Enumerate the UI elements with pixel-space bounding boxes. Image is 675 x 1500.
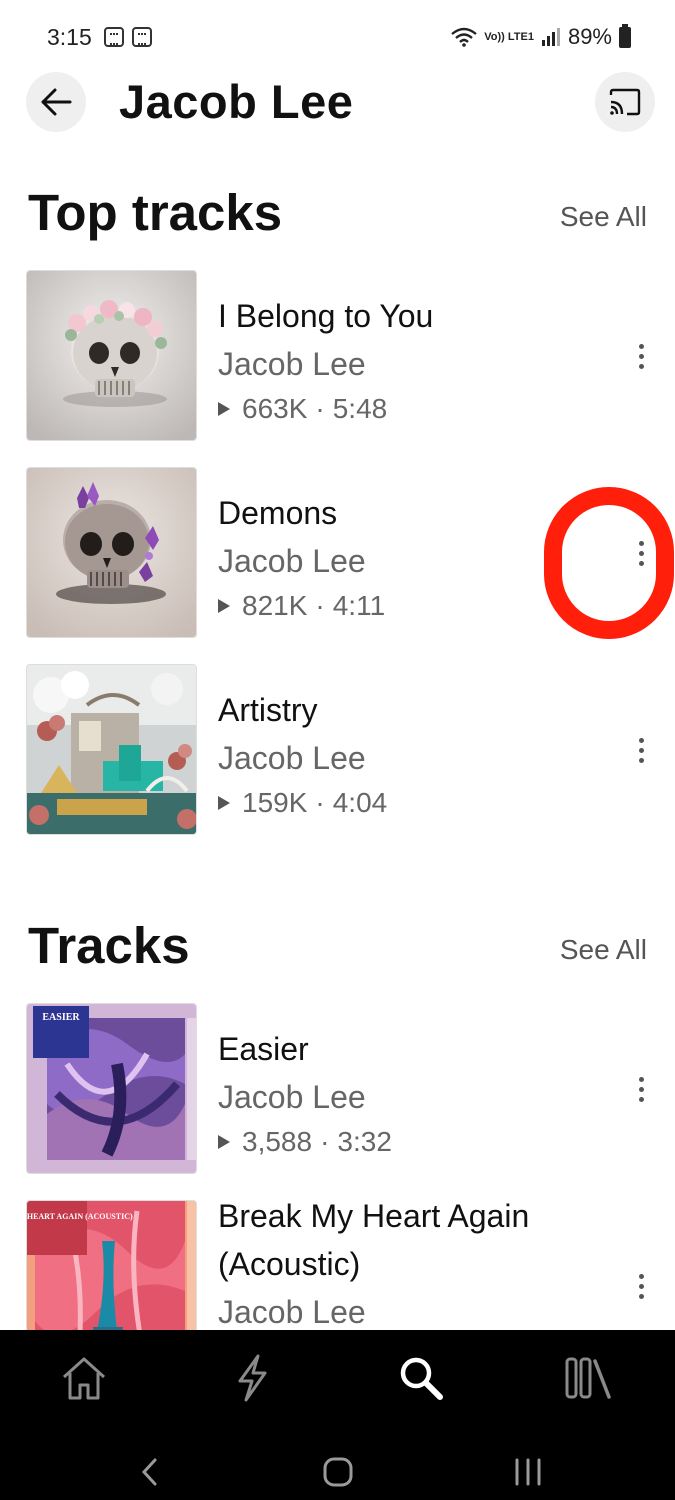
top-tracks-header: Top tracks See All bbox=[0, 183, 675, 243]
track-artwork bbox=[26, 270, 197, 441]
more-vert-dot bbox=[638, 363, 644, 369]
play-count-icon bbox=[218, 1135, 230, 1149]
nav-search-button[interactable] bbox=[391, 1348, 451, 1408]
more-vert-dot bbox=[638, 353, 644, 359]
system-home-icon bbox=[323, 1457, 353, 1487]
wifi-icon bbox=[451, 27, 478, 47]
more-vert-dot bbox=[638, 1293, 644, 1299]
app-notification-icon bbox=[104, 27, 124, 47]
battery-icon bbox=[619, 23, 631, 48]
more-options-button[interactable] bbox=[629, 1266, 653, 1306]
library-icon bbox=[565, 1357, 611, 1399]
track-meta: 3,588 · 3:32 bbox=[218, 1121, 618, 1163]
task-notification-icon bbox=[132, 27, 152, 47]
system-recents-button[interactable] bbox=[498, 1448, 558, 1496]
track-artist: Jacob Lee bbox=[218, 1294, 366, 1330]
track-artwork bbox=[26, 664, 197, 835]
more-vert-dot bbox=[638, 747, 644, 753]
more-options-button[interactable] bbox=[629, 336, 653, 376]
track-title: I Belong to You bbox=[218, 298, 434, 334]
status-time: 3:15 bbox=[47, 24, 92, 50]
more-options-button[interactable] bbox=[629, 730, 653, 770]
top-tracks-see-all-link[interactable]: See All bbox=[560, 201, 647, 233]
track-meta: 663K · 5:48 bbox=[218, 388, 618, 430]
nav-home-button[interactable] bbox=[54, 1348, 114, 1408]
back-button[interactable] bbox=[26, 72, 86, 132]
more-vert-dot bbox=[638, 757, 644, 763]
back-arrow-icon bbox=[41, 88, 72, 116]
more-vert-icon bbox=[638, 1273, 644, 1279]
play-count-icon bbox=[218, 796, 230, 810]
bottom-nav bbox=[0, 1330, 675, 1500]
search-icon bbox=[400, 1357, 443, 1400]
track-duration: 4:04 bbox=[332, 787, 388, 818]
track-row[interactable]: EASIER Easier Jacob Lee 3,588 · 3:32 bbox=[0, 1003, 675, 1175]
track-info: Break My Heart Again (Acoustic) Jacob Le… bbox=[218, 1192, 618, 1336]
section-title-top-tracks: Top tracks bbox=[28, 184, 283, 241]
nav-library-button[interactable] bbox=[559, 1348, 619, 1408]
notification-icons bbox=[104, 27, 152, 47]
play-count: 159K bbox=[242, 787, 308, 818]
more-vert-icon bbox=[638, 737, 644, 743]
track-artist: Jacob Lee bbox=[218, 740, 366, 776]
play-count-icon bbox=[218, 599, 230, 613]
track-title: Break My Heart Again (Acoustic) bbox=[218, 1198, 530, 1282]
meta-separator: · bbox=[315, 590, 325, 621]
play-count: 663K bbox=[242, 393, 308, 424]
more-vert-icon bbox=[638, 343, 644, 349]
skull-crystals-artwork bbox=[27, 468, 196, 637]
status-right: Vo)) LTE1 89% bbox=[451, 23, 631, 50]
track-meta: 159K · 4:04 bbox=[218, 782, 618, 824]
track-info: Artistry Jacob Lee 159K · 4:04 bbox=[218, 686, 618, 824]
section-title-tracks: Tracks bbox=[28, 917, 190, 974]
annotation-ring bbox=[544, 487, 674, 639]
track-info: I Belong to You Jacob Lee 663K · 5:48 bbox=[218, 292, 618, 430]
skull-flowers-artwork bbox=[27, 271, 196, 440]
artist-header: Jacob Lee bbox=[0, 70, 675, 134]
more-vert-icon bbox=[638, 1076, 644, 1082]
track-duration: 5:48 bbox=[332, 393, 388, 424]
bolt-icon bbox=[238, 1354, 267, 1402]
page-title: Jacob Lee bbox=[119, 75, 354, 128]
system-back-button[interactable] bbox=[120, 1448, 180, 1496]
track-artist: Jacob Lee bbox=[218, 1079, 366, 1115]
home-icon bbox=[62, 1357, 106, 1400]
cast-button[interactable] bbox=[595, 72, 655, 132]
landscape-collage-artwork bbox=[27, 665, 196, 834]
nav-feed-button[interactable] bbox=[222, 1348, 282, 1408]
system-home-button[interactable] bbox=[308, 1448, 368, 1496]
meta-separator: · bbox=[315, 393, 325, 424]
meta-separator: · bbox=[320, 1126, 330, 1157]
more-vert-dot bbox=[638, 1096, 644, 1102]
tracks-header: Tracks See All bbox=[0, 916, 675, 976]
battery-percent: 89% bbox=[567, 24, 612, 49]
track-artwork: EASIER bbox=[26, 1003, 197, 1174]
signal-icon bbox=[541, 28, 560, 46]
track-info: Easier Jacob Lee 3,588 · 3:32 bbox=[218, 1025, 618, 1163]
easier-artwork: EASIER bbox=[27, 1004, 196, 1173]
volte-indicator: Vo)) LTE1 bbox=[484, 31, 534, 43]
track-artwork bbox=[26, 467, 197, 638]
track-artist: Jacob Lee bbox=[218, 346, 366, 382]
track-title: Easier bbox=[218, 1031, 309, 1067]
system-recents-icon bbox=[515, 1458, 541, 1486]
artwork-title-text: BREAK MY HEART AGAIN (ACOUSTIC) bbox=[27, 1212, 133, 1221]
meta-separator: · bbox=[315, 787, 325, 818]
more-vert-dot bbox=[638, 1283, 644, 1289]
track-row[interactable]: Artistry Jacob Lee 159K · 4:04 bbox=[0, 664, 675, 836]
track-duration: 3:32 bbox=[337, 1126, 392, 1157]
play-count-icon bbox=[218, 402, 230, 416]
more-options-button[interactable] bbox=[629, 1069, 653, 1109]
tracks-see-all-link[interactable]: See All bbox=[560, 934, 647, 966]
more-vert-dot bbox=[638, 1086, 644, 1092]
track-row[interactable]: I Belong to You Jacob Lee 663K · 5:48 bbox=[0, 270, 675, 442]
artwork-title-text: EASIER bbox=[42, 1012, 80, 1023]
status-bar: 3:15 Vo)) LTE1 89% bbox=[0, 0, 675, 70]
cast-icon bbox=[609, 88, 641, 116]
system-back-icon bbox=[141, 1458, 157, 1486]
play-count: 3,588 bbox=[242, 1126, 313, 1157]
track-title: Artistry bbox=[218, 692, 318, 728]
track-duration: 4:11 bbox=[332, 590, 386, 621]
play-count: 821K bbox=[242, 590, 308, 621]
